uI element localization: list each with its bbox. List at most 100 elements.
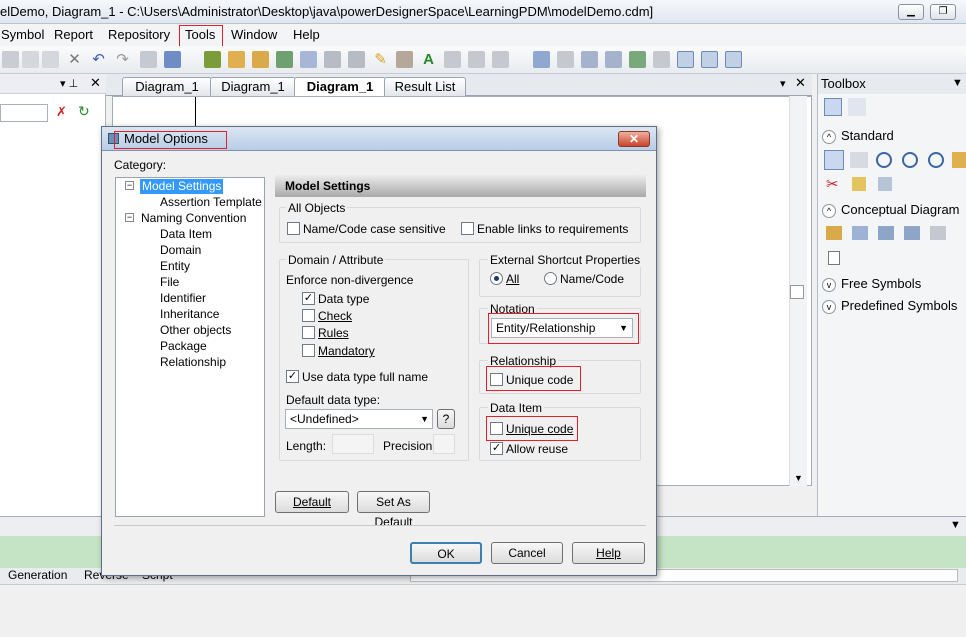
pointer-tool-icon[interactable] (824, 150, 844, 170)
tab-diagram-1-active[interactable]: Diagram_1 (294, 77, 386, 97)
tree-item-other-objects[interactable]: Other objects (160, 323, 231, 338)
relationship-tool-icon[interactable] (878, 226, 894, 240)
inheritance-tool-icon[interactable] (904, 226, 920, 240)
shortcut-name-code-radio[interactable] (544, 272, 557, 285)
toolbox-section-predefined[interactable]: v Predefined Symbols (822, 296, 957, 316)
layout-icon[interactable] (533, 51, 550, 68)
clear-filter-icon[interactable]: ✗ (56, 104, 67, 120)
tree-item-file[interactable]: File (160, 275, 179, 290)
links-requirements-checkbox[interactable] (461, 222, 474, 235)
font-icon[interactable]: A (420, 51, 437, 68)
minimize-button[interactable]: ▁ (898, 4, 924, 20)
undo-icon[interactable]: ↶ (90, 51, 107, 68)
tree-item-entity[interactable]: Entity (160, 259, 190, 274)
output-menu-icon[interactable]: ▼ (950, 519, 961, 531)
open-package-icon[interactable] (928, 152, 944, 168)
package-icon[interactable] (629, 51, 646, 68)
tree-item-data-item[interactable]: Data Item (160, 227, 212, 242)
entity-tool-icon[interactable] (852, 226, 868, 240)
menu-report[interactable]: Report (53, 24, 94, 46)
default-button[interactable]: Default (275, 491, 349, 513)
category-tree[interactable]: − Model Settings Assertion Template − Na… (115, 177, 265, 517)
close-pane-icon[interactable]: ✕ (90, 75, 101, 91)
pencil-icon[interactable]: ✎ (372, 51, 389, 68)
toolbox-section-standard[interactable]: ^ Standard (822, 126, 894, 146)
close-tab-icon[interactable]: ✕ (795, 75, 806, 91)
tree-item-domain[interactable]: Domain (160, 243, 201, 258)
delete-icon[interactable]: ✕ (66, 51, 83, 68)
folder-icon[interactable] (228, 51, 245, 68)
align-icon[interactable] (444, 51, 461, 68)
refresh-icon[interactable] (276, 51, 293, 68)
tree-item-package[interactable]: Package (160, 339, 207, 354)
redo-icon[interactable]: ↷ (114, 51, 131, 68)
cancel-button[interactable]: Cancel (491, 542, 563, 564)
tree-item-model-settings[interactable]: Model Settings (140, 179, 224, 194)
collapse-node-icon[interactable]: − (125, 181, 134, 190)
collapse-node-icon[interactable]: − (125, 213, 134, 222)
toolbox-menu-icon[interactable]: ▼ (952, 77, 963, 89)
window-icon[interactable] (677, 51, 694, 68)
tree-item-identifier[interactable]: Identifier (160, 291, 206, 306)
list-view-icon[interactable] (848, 98, 866, 116)
properties-icon[interactable] (140, 51, 157, 68)
browser-icon[interactable] (653, 51, 670, 68)
shape-icon[interactable] (324, 51, 341, 68)
tab-result-list[interactable]: Result List (384, 77, 466, 96)
tree-item-inheritance[interactable]: Inheritance (160, 307, 219, 322)
precision-input[interactable] (433, 434, 455, 454)
rules-checkbox[interactable] (302, 326, 315, 339)
forward-icon[interactable] (492, 51, 509, 68)
ok-button[interactable]: OK (410, 542, 482, 564)
icon-view-icon[interactable] (824, 98, 842, 116)
menu-help[interactable]: Help (292, 24, 321, 46)
tab-generation[interactable]: Generation (8, 568, 67, 582)
cut-tool-icon[interactable]: ✂ (826, 175, 839, 193)
tab-menu-icon[interactable]: ▾ (780, 77, 786, 90)
help-datatype-button[interactable]: ? (437, 409, 455, 429)
mandatory-checkbox[interactable] (302, 344, 315, 357)
view-icon[interactable] (581, 51, 598, 68)
help-button[interactable]: Help (572, 542, 645, 564)
report-icon[interactable] (300, 51, 317, 68)
length-input[interactable] (332, 434, 374, 454)
package-tool-icon[interactable] (826, 226, 842, 240)
tab-diagram-1b[interactable]: Diagram_1 (210, 77, 296, 96)
grid-icon[interactable] (348, 51, 365, 68)
full-name-checkbox[interactable]: ✓ (286, 370, 299, 383)
properties-tool-icon[interactable] (952, 152, 966, 168)
check-checkbox[interactable] (302, 309, 315, 322)
menu-repository[interactable]: Repository (107, 24, 171, 46)
file-tool-icon[interactable] (828, 251, 840, 265)
allow-reuse-checkbox[interactable]: ✓ (490, 442, 503, 455)
toolbox-section-conceptual[interactable]: ^ Conceptual Diagram (822, 200, 960, 220)
scroll-down-icon[interactable]: ▼ (794, 473, 803, 483)
table-icon[interactable] (557, 51, 574, 68)
delete-tool-icon[interactable] (878, 177, 892, 191)
association-tool-icon[interactable] (930, 226, 946, 240)
browser-search-input[interactable] (0, 104, 48, 122)
tab-diagram-1a[interactable]: Diagram_1 (122, 77, 212, 96)
tree-item-naming-convention[interactable]: Naming Convention (141, 211, 246, 226)
back-icon[interactable] (468, 51, 485, 68)
fill-icon[interactable] (396, 51, 413, 68)
shortcut-all-radio[interactable] (490, 272, 503, 285)
data-type-checkbox[interactable]: ✓ (302, 292, 315, 305)
refresh-browser-icon[interactable]: ↻ (78, 103, 90, 120)
zoom-out-icon[interactable] (902, 152, 918, 168)
restore-button[interactable]: ❐ (930, 4, 956, 20)
generate-icon[interactable] (204, 51, 221, 68)
copy-icon[interactable] (22, 51, 39, 68)
case-sensitive-checkbox[interactable] (287, 222, 300, 235)
menu-symbol[interactable]: Symbol (0, 24, 45, 46)
default-type-select[interactable]: <Undefined> ▼ (285, 409, 433, 429)
link-tool-icon[interactable] (852, 177, 866, 191)
zoom-in-icon[interactable] (876, 152, 892, 168)
output-icon[interactable] (701, 51, 718, 68)
tree-item-relationship[interactable]: Relationship (160, 355, 226, 370)
grabber-tool-icon[interactable] (850, 152, 868, 168)
menu-window[interactable]: Window (230, 24, 278, 46)
tree-item-assertion-template[interactable]: Assertion Template (160, 195, 262, 210)
dialog-close-button[interactable]: ✕ (618, 131, 650, 147)
result-icon[interactable] (725, 51, 742, 68)
